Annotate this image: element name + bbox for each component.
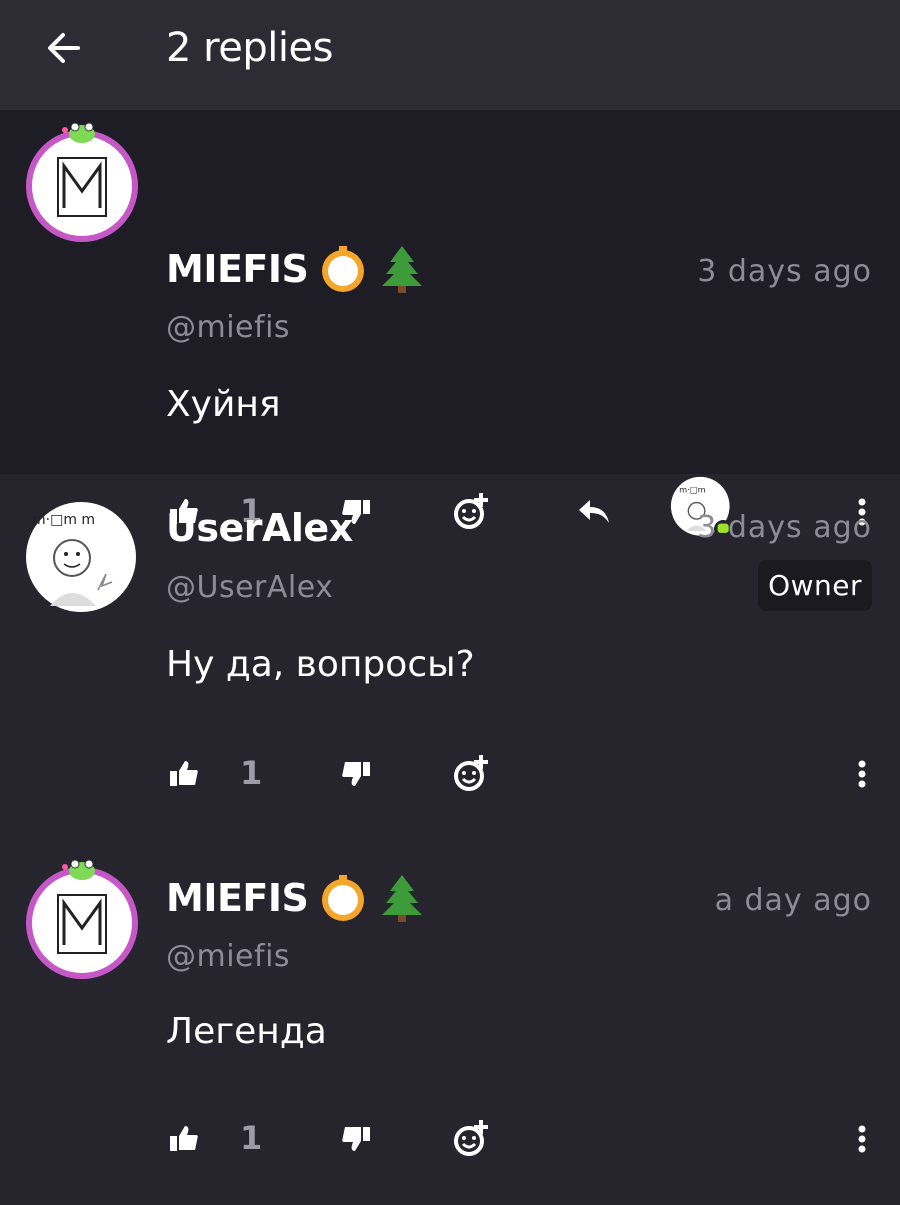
comment-item: MIEFIS 3 days ago @miefis Хуйня 1 m·□m xyxy=(0,110,900,539)
comment-item: MIEFIS a day ago @miefis Легенда 1 xyxy=(0,847,900,1205)
thumbs-up-icon xyxy=(170,761,198,786)
username[interactable]: UserAlex xyxy=(166,506,353,550)
comment-actions: 1 xyxy=(166,750,872,798)
avatar-image xyxy=(57,157,107,217)
thumbs-up-icon xyxy=(170,1126,198,1151)
user-handle: @miefis xyxy=(166,310,291,345)
user-handle: @UserAlex xyxy=(166,570,334,605)
arrow-left-icon xyxy=(48,33,80,63)
comment-text: Легенда xyxy=(166,1011,327,1052)
like-count: 1 xyxy=(240,1119,263,1157)
add-reaction-button[interactable] xyxy=(452,750,492,798)
top-bar: 2 replies xyxy=(0,0,900,110)
more-options-button[interactable] xyxy=(852,750,872,798)
avatar[interactable]: m·□m m xyxy=(26,502,136,612)
avatar-image xyxy=(57,894,107,954)
comment-text: Хуйня xyxy=(166,384,281,425)
comment-time: 3 days ago xyxy=(697,510,872,545)
like-button[interactable] xyxy=(166,750,202,798)
frog-decoration-icon xyxy=(62,122,95,143)
thumbs-down-icon xyxy=(342,762,370,786)
comment-time: a day ago xyxy=(714,883,872,918)
more-vertical-icon xyxy=(858,1125,866,1153)
tree-icon xyxy=(378,873,426,923)
svg-text:m·□m m: m·□m m xyxy=(32,512,95,528)
avatar[interactable] xyxy=(26,859,138,979)
avatar-image: m·□m m xyxy=(32,512,113,606)
frog-decoration-icon xyxy=(62,859,95,880)
add-reaction-icon xyxy=(454,1120,488,1156)
like-count: 1 xyxy=(240,754,263,792)
like-button[interactable] xyxy=(166,1115,202,1163)
comment-actions: 1 xyxy=(166,1115,872,1163)
page-title: 2 replies xyxy=(166,25,333,71)
avatar[interactable] xyxy=(26,122,138,242)
comment-item: m·□m m UserAlex 3 days ago @UserAlex Own… xyxy=(0,474,900,847)
username[interactable]: MIEFIS xyxy=(166,873,426,923)
comment-time: 3 days ago xyxy=(697,254,872,289)
back-button[interactable] xyxy=(40,24,88,72)
compass-icon xyxy=(318,873,368,923)
user-handle: @miefis xyxy=(166,939,291,974)
compass-icon xyxy=(318,244,368,294)
dislike-button[interactable] xyxy=(338,750,374,798)
username[interactable]: MIEFIS xyxy=(166,244,426,294)
dislike-button[interactable] xyxy=(338,1115,374,1163)
thumbs-down-icon xyxy=(342,1127,370,1151)
add-reaction-icon xyxy=(454,755,488,791)
more-vertical-icon xyxy=(858,760,866,788)
tree-icon xyxy=(378,244,426,294)
comment-text: Ну да, вопросы? xyxy=(166,644,475,685)
owner-badge: Owner xyxy=(758,560,872,611)
add-reaction-button[interactable] xyxy=(452,1115,492,1163)
more-options-button[interactable] xyxy=(852,1115,872,1163)
